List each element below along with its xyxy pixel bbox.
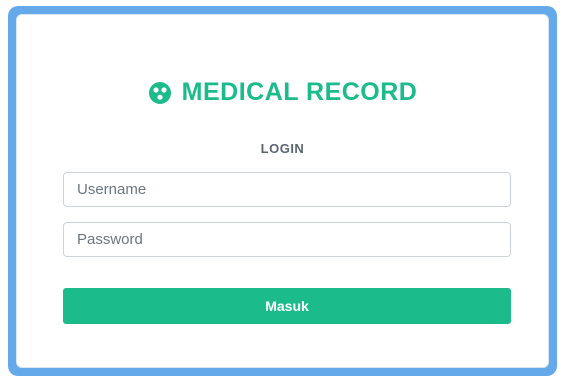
login-frame: MEDICAL RECORD LOGIN Masuk: [8, 6, 557, 376]
username-input[interactable]: [63, 172, 511, 207]
medical-circle-icon: [148, 81, 172, 105]
brand-header: MEDICAL RECORD: [17, 78, 548, 107]
login-button[interactable]: Masuk: [63, 288, 511, 324]
login-heading: LOGIN: [260, 141, 305, 156]
login-card: MEDICAL RECORD LOGIN Masuk: [16, 14, 549, 368]
password-input[interactable]: [63, 222, 511, 257]
brand-title: MEDICAL RECORD: [181, 78, 418, 106]
